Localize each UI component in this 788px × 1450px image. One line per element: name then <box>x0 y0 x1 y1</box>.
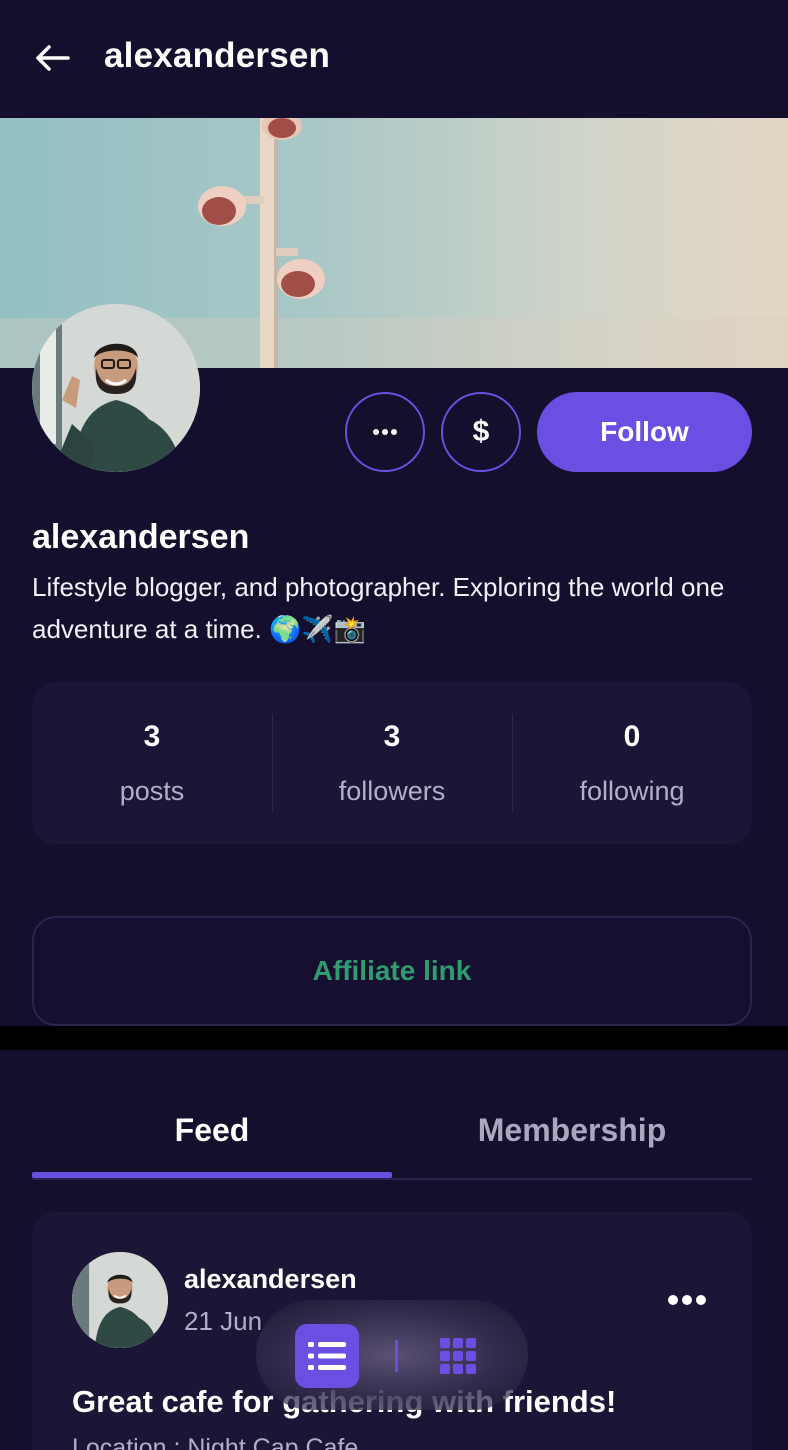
back-button[interactable] <box>30 38 74 78</box>
page-title: alexandersen <box>104 36 331 75</box>
list-view-button[interactable] <box>295 1324 359 1388</box>
ellipsis-icon <box>668 1295 706 1305</box>
ellipsis-icon <box>373 429 397 435</box>
profile-username: alexandersen <box>32 518 250 556</box>
grid-view-icon <box>440 1338 476 1374</box>
top-bar: alexandersen <box>0 0 788 118</box>
post-location: Location : Night Cap Cafe <box>72 1434 359 1450</box>
stat-followers[interactable]: 3 followers <box>272 682 512 844</box>
stat-label: posts <box>119 776 185 806</box>
profile-avatar[interactable] <box>32 304 200 472</box>
profile-tabs: Feed Membership <box>32 1090 752 1180</box>
post-author[interactable]: alexandersen <box>184 1264 357 1295</box>
stat-label: followers <box>338 776 446 806</box>
stat-value: 0 <box>623 720 641 753</box>
stat-label: following <box>579 776 685 806</box>
switcher-divider <box>395 1340 398 1372</box>
post-avatar[interactable] <box>72 1252 168 1348</box>
profile-bio: Lifestyle blogger, and photographer. Exp… <box>32 572 725 644</box>
grid-view-button[interactable] <box>434 1332 482 1380</box>
post-date: 21 Jun <box>184 1306 263 1336</box>
stat-posts[interactable]: 3 posts <box>32 682 272 844</box>
section-divider <box>0 1026 788 1050</box>
tab-membership[interactable]: Membership <box>392 1090 752 1178</box>
tip-button[interactable]: $ <box>441 392 521 472</box>
post-more-button[interactable] <box>662 1280 712 1320</box>
view-switcher <box>256 1300 528 1410</box>
stat-value: 3 <box>383 720 401 753</box>
arrow-left-icon <box>36 45 70 71</box>
stats-card: 3 posts 3 followers 0 following <box>32 682 752 844</box>
stat-value: 3 <box>143 720 161 753</box>
follow-button[interactable]: Follow <box>537 392 752 472</box>
list-view-icon <box>308 1342 346 1370</box>
active-tab-indicator <box>32 1172 392 1178</box>
stat-following[interactable]: 0 following <box>512 682 752 844</box>
more-options-button[interactable] <box>345 392 425 472</box>
tab-feed[interactable]: Feed <box>32 1090 392 1178</box>
dollar-icon: $ <box>472 415 490 448</box>
affiliate-link-button[interactable]: Affiliate link <box>32 916 752 1026</box>
